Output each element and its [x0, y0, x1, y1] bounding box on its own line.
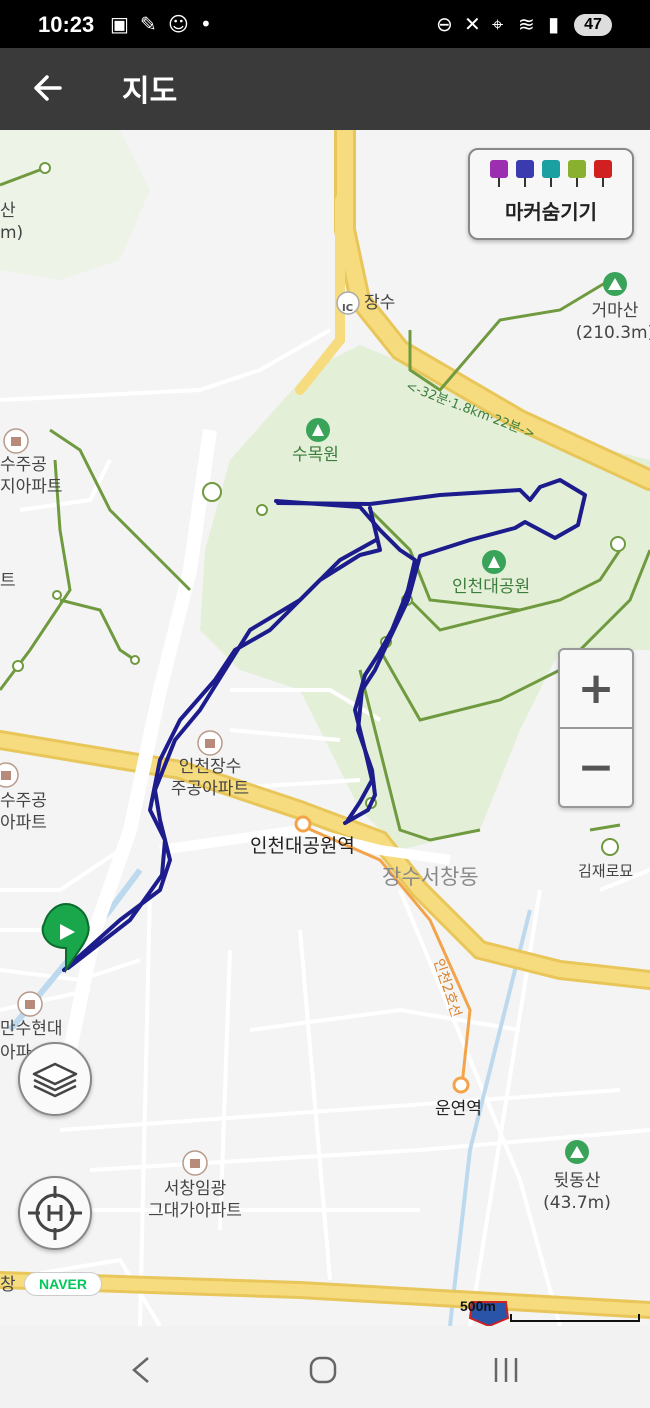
system-nav-bar [0, 1326, 650, 1408]
map-label-dwitdongsan: 뒷동산 [553, 1171, 601, 1191]
wifi-icon: ≋ [518, 12, 535, 36]
layers-icon [32, 1062, 78, 1098]
layers-button[interactable] [18, 1042, 92, 1116]
map-label-left-teu: 트 [0, 571, 16, 591]
camera-marker-icon [490, 160, 508, 187]
marker-type-icons [488, 160, 618, 190]
map-label-dwitdongsan-height: (43.7m) [543, 1193, 611, 1213]
status-bar: 10:23 ▣ ✎ ☺ • ⊖ ✕ ⌖ ≋ ▮ 47 [0, 0, 650, 48]
map-label-station-park: 인천대공원역 [250, 835, 355, 857]
map-canvas[interactable] [0, 130, 650, 1326]
status-time: 10:23 [38, 12, 95, 37]
mute-icon: ✕ [464, 12, 481, 36]
nav-back-icon[interactable] [122, 1350, 162, 1390]
dot-icon: • [200, 12, 212, 36]
zoom-in-button[interactable]: + [560, 650, 632, 727]
map-label-geomasan-height: (210.3m) [575, 323, 650, 343]
map-label-gimjaero: 김재로묘 [578, 862, 634, 880]
map-label-apt-seochang-2: 그대가아파트 [148, 1201, 242, 1221]
app-face-icon: ☺ [168, 12, 189, 36]
map-label-left-san-height: m) [0, 223, 24, 243]
my-location-button[interactable] [18, 1176, 92, 1250]
nav-home-icon[interactable] [303, 1350, 343, 1390]
dnd-icon: ⊖ [436, 12, 453, 36]
voice-marker-icon [542, 160, 560, 187]
map-label-apt-seochang: 서창임광 [163, 1179, 227, 1199]
screenshot-icon: ▣ [110, 12, 129, 36]
scale-bar [510, 1314, 640, 1322]
hide-markers-label: 마커숨기기 [505, 200, 597, 224]
map-view[interactable]: 산 m) IC 장수 거마산 (210.3m) <-32분·1.8km·22분-… [0, 130, 650, 1326]
battery-indicator: 47 [574, 14, 612, 36]
back-arrow-icon[interactable] [30, 70, 66, 106]
page-title: 지도 [122, 74, 178, 109]
map-label-apt-jangsu: 인천장수 [178, 757, 242, 777]
map-label-apt-left-top-2: 지아파트 [0, 477, 63, 497]
map-label-apt-left-mid-2: 아파트 [0, 813, 47, 833]
alert-marker-icon [594, 160, 612, 187]
map-label-incheon-park: 인천대공원 [452, 577, 531, 597]
zoom-out-button[interactable]: − [560, 729, 632, 806]
map-label-apt-jangsu-2: 주공아파트 [170, 779, 250, 799]
map-label-apt-left-top: 수주공 [0, 455, 47, 475]
signal-icon: ▮ [548, 12, 560, 36]
map-label-sumogwon: 수목원 [292, 445, 339, 465]
map-label-area: 장수서창동 [382, 865, 479, 889]
nav-recents-icon[interactable] [486, 1350, 526, 1390]
map-scale: 500m [458, 1298, 640, 1322]
video-marker-icon [516, 160, 534, 187]
app-bar: 지도 [0, 48, 650, 130]
ic-badge: IC [342, 303, 354, 314]
zoom-controls: + − [558, 648, 634, 808]
crosshair-icon [28, 1186, 82, 1240]
memo-marker-icon [568, 160, 586, 187]
map-label-ic-jangsu: 장수 [364, 293, 396, 313]
app-notification-icon: ✎ [140, 12, 157, 36]
map-label-left-san: 산 [0, 201, 16, 221]
location-icon: ⌖ [492, 12, 504, 36]
scale-label: 500m [460, 1298, 496, 1314]
hide-markers-button[interactable]: 마커숨기기 [468, 148, 634, 240]
map-label-apt-left-mid: 수주공 [0, 791, 47, 811]
map-label-bottom-left: 창 [0, 1275, 16, 1295]
naver-logo: NAVER [24, 1272, 102, 1296]
map-label-apt-hyundai: 만수현대 [0, 1019, 63, 1039]
map-label-geomasan: 거마산 [591, 301, 639, 321]
map-label-station-unyeon: 운연역 [435, 1099, 482, 1119]
